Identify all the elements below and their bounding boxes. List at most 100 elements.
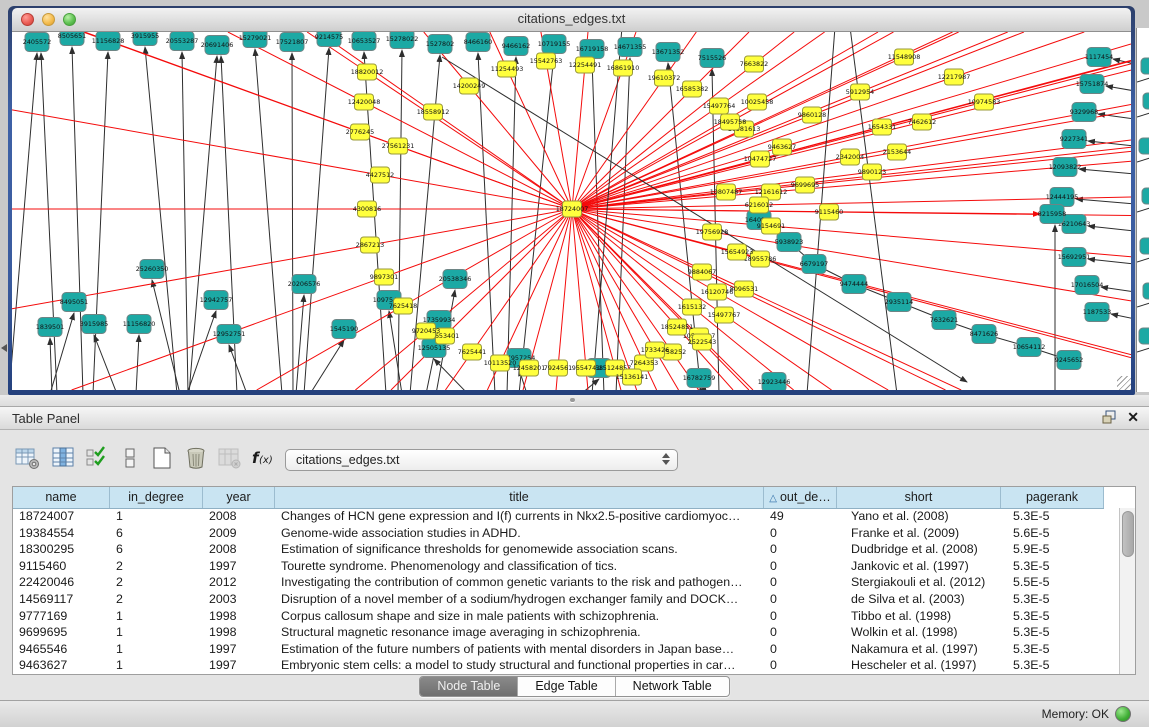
graph-node[interactable]: 18558912 bbox=[417, 104, 450, 120]
graph-node[interactable]: 9463627 bbox=[768, 139, 796, 155]
graph-node[interactable]: 9474444 bbox=[840, 275, 868, 294]
graph-node[interactable]: 16585382 bbox=[676, 81, 709, 97]
graph-node[interactable]: 19610372 bbox=[648, 70, 681, 86]
table-settings-icon[interactable] bbox=[14, 445, 42, 471]
graph-node[interactable]: 7924561 bbox=[544, 360, 572, 376]
graph-node[interactable]: 25260350 bbox=[136, 260, 169, 279]
graph-node[interactable]: 16861910 bbox=[607, 60, 640, 76]
graph-node[interactable]: 2867213 bbox=[356, 237, 384, 253]
graph-node[interactable]: 2522543 bbox=[688, 334, 716, 350]
graph-node[interactable]: 17521807 bbox=[276, 33, 309, 52]
tab-node-table[interactable]: Node Table bbox=[420, 677, 518, 696]
graph-node[interactable]: 15542763 bbox=[530, 53, 563, 69]
graph-node[interactable]: 15751874 bbox=[1076, 75, 1109, 94]
new-document-icon[interactable] bbox=[148, 445, 176, 471]
graph-node[interactable]: 9890123 bbox=[858, 164, 886, 180]
resize-grip-icon[interactable] bbox=[1117, 376, 1131, 390]
graph-node[interactable]: 11254493 bbox=[491, 61, 524, 77]
graph-node[interactable]: 1654331 bbox=[868, 119, 896, 135]
graph-node[interactable]: 2935114 bbox=[885, 293, 913, 312]
graph-node[interactable]: 9466162 bbox=[502, 37, 530, 56]
table-scrollbar[interactable] bbox=[1119, 508, 1135, 674]
graph-node[interactable]: 1733426 bbox=[641, 342, 669, 358]
graph-node[interactable]: 11156828 bbox=[92, 32, 125, 51]
graph-node[interactable]: 12444195 bbox=[1046, 188, 1079, 207]
graph-node[interactable]: 11156820 bbox=[123, 315, 156, 334]
graph-node[interactable]: 15497767 bbox=[708, 307, 741, 323]
float-panel-icon[interactable] bbox=[1102, 410, 1117, 424]
split-pane-divider[interactable] bbox=[0, 395, 1149, 406]
close-panel-icon[interactable]: ✕ bbox=[1127, 409, 1139, 426]
graph-node[interactable]: 9115460 bbox=[815, 204, 843, 220]
citation-network-graph[interactable]: 2405572850565111156828391595520553287206… bbox=[12, 32, 1131, 390]
tab-edge-table[interactable]: Edge Table bbox=[518, 677, 615, 696]
graph-node[interactable]: 27561231 bbox=[382, 138, 415, 154]
graph-node[interactable]: 12952751 bbox=[213, 325, 246, 344]
tab-network-table[interactable]: Network Table bbox=[616, 677, 729, 696]
column-header-short[interactable]: short bbox=[837, 487, 1001, 508]
table-selector-dropdown[interactable]: citations_edges.txt bbox=[285, 449, 678, 471]
graph-node[interactable]: 15692951 bbox=[1058, 248, 1091, 267]
table-row[interactable]: 1456911722003Disruption of a novel membe… bbox=[13, 591, 1119, 608]
graph-node[interactable]: 2776245 bbox=[346, 124, 374, 140]
column-header-name[interactable]: name bbox=[13, 487, 110, 508]
graph-node[interactable]: 10719155 bbox=[538, 35, 571, 54]
table-row[interactable]: 1938455462009Genome-wide association stu… bbox=[13, 525, 1119, 542]
graph-node[interactable]: 9245652 bbox=[1055, 351, 1083, 370]
graph-node[interactable]: 7625418 bbox=[389, 298, 417, 314]
graph-node[interactable]: 1117454 bbox=[1085, 48, 1113, 67]
graph-node[interactable]: 2153644 bbox=[883, 144, 911, 160]
table-row[interactable]: 911546021997Tourette syndrome. Phenomeno… bbox=[13, 558, 1119, 575]
graph-node[interactable]: 4427512 bbox=[366, 167, 394, 183]
column-header-out_de[interactable]: △out_de… bbox=[764, 487, 837, 508]
window-titlebar[interactable]: citations_edges.txt bbox=[12, 8, 1131, 32]
table-row[interactable]: 946362711997Embryonic stem cells: a mode… bbox=[13, 657, 1119, 674]
graph-node[interactable]: 8495051 bbox=[60, 293, 88, 312]
graph-node[interactable]: 10653527 bbox=[348, 32, 381, 51]
merge-columns-icon[interactable] bbox=[116, 445, 144, 471]
graph-node[interactable]: 2342004 bbox=[836, 149, 864, 165]
graph-node[interactable]: 7515526 bbox=[698, 49, 726, 68]
graph-node[interactable]: 1187533 bbox=[1083, 303, 1111, 322]
graph-node[interactable]: 9227341 bbox=[1060, 130, 1088, 149]
graph-node[interactable]: 8471626 bbox=[970, 325, 998, 344]
graph-node[interactable]: 12217987 bbox=[938, 69, 971, 85]
graph-node[interactable]: 9884067 bbox=[688, 264, 716, 280]
graph-node[interactable]: 7663822 bbox=[740, 56, 768, 72]
graph-node[interactable]: 9154691 bbox=[757, 218, 785, 234]
graph-node[interactable]: 18820012 bbox=[351, 64, 384, 80]
graph-node[interactable]: 9554741 bbox=[572, 360, 600, 376]
table-row[interactable]: 946554611997Estimation of the future num… bbox=[13, 641, 1119, 658]
graph-node[interactable]: 2405572 bbox=[23, 33, 51, 52]
graph-node[interactable]: 12254491 bbox=[569, 57, 602, 73]
graph-node[interactable]: 16120746 bbox=[701, 284, 734, 300]
graph-node[interactable]: 8466160 bbox=[464, 33, 492, 52]
graph-node[interactable]: 17016504 bbox=[1071, 276, 1104, 295]
graph-node[interactable]: 20553287 bbox=[166, 32, 199, 51]
graph-node[interactable]: 20538346 bbox=[439, 270, 472, 289]
column-header-year[interactable]: year bbox=[203, 487, 275, 508]
table-row[interactable]: 977716911998Corpus callosum shape and si… bbox=[13, 608, 1119, 625]
graph-node[interactable]: 9214575 bbox=[315, 32, 343, 47]
graph-node[interactable]: 15278022 bbox=[386, 32, 419, 49]
column-header-in_degree[interactable]: in_degree bbox=[110, 487, 203, 508]
graph-node[interactable]: 12923446 bbox=[758, 373, 791, 391]
graph-node[interactable]: 9720453 bbox=[412, 323, 440, 339]
graph-node[interactable]: 15279021 bbox=[239, 32, 272, 48]
graph-node[interactable]: 14671355 bbox=[614, 38, 647, 57]
graph-node[interactable]: 8505651 bbox=[58, 32, 86, 46]
column-header-pagerank[interactable]: pagerank bbox=[1001, 487, 1104, 508]
graph-node[interactable]: 6679197 bbox=[800, 255, 828, 274]
graph-node[interactable]: 5912954 bbox=[846, 84, 874, 100]
graph-node[interactable]: 8215958 bbox=[1038, 205, 1066, 224]
table-row[interactable]: 1830029562008Estimation of significance … bbox=[13, 541, 1119, 558]
graph-node[interactable]: 9860128 bbox=[798, 107, 826, 123]
panel-collapse-arrow[interactable] bbox=[1, 344, 7, 352]
graph-node[interactable]: 3915985 bbox=[80, 315, 108, 334]
graph-node[interactable]: 9699695 bbox=[791, 177, 819, 193]
divider-handle-icon[interactable] bbox=[570, 398, 575, 402]
table-row[interactable]: 2242004622012Investigating the contribut… bbox=[13, 574, 1119, 591]
graph-node[interactable]: 12942757 bbox=[200, 291, 233, 310]
graph-node[interactable]: 1839501 bbox=[36, 318, 64, 337]
graph-node[interactable]: 3915955 bbox=[131, 32, 159, 46]
